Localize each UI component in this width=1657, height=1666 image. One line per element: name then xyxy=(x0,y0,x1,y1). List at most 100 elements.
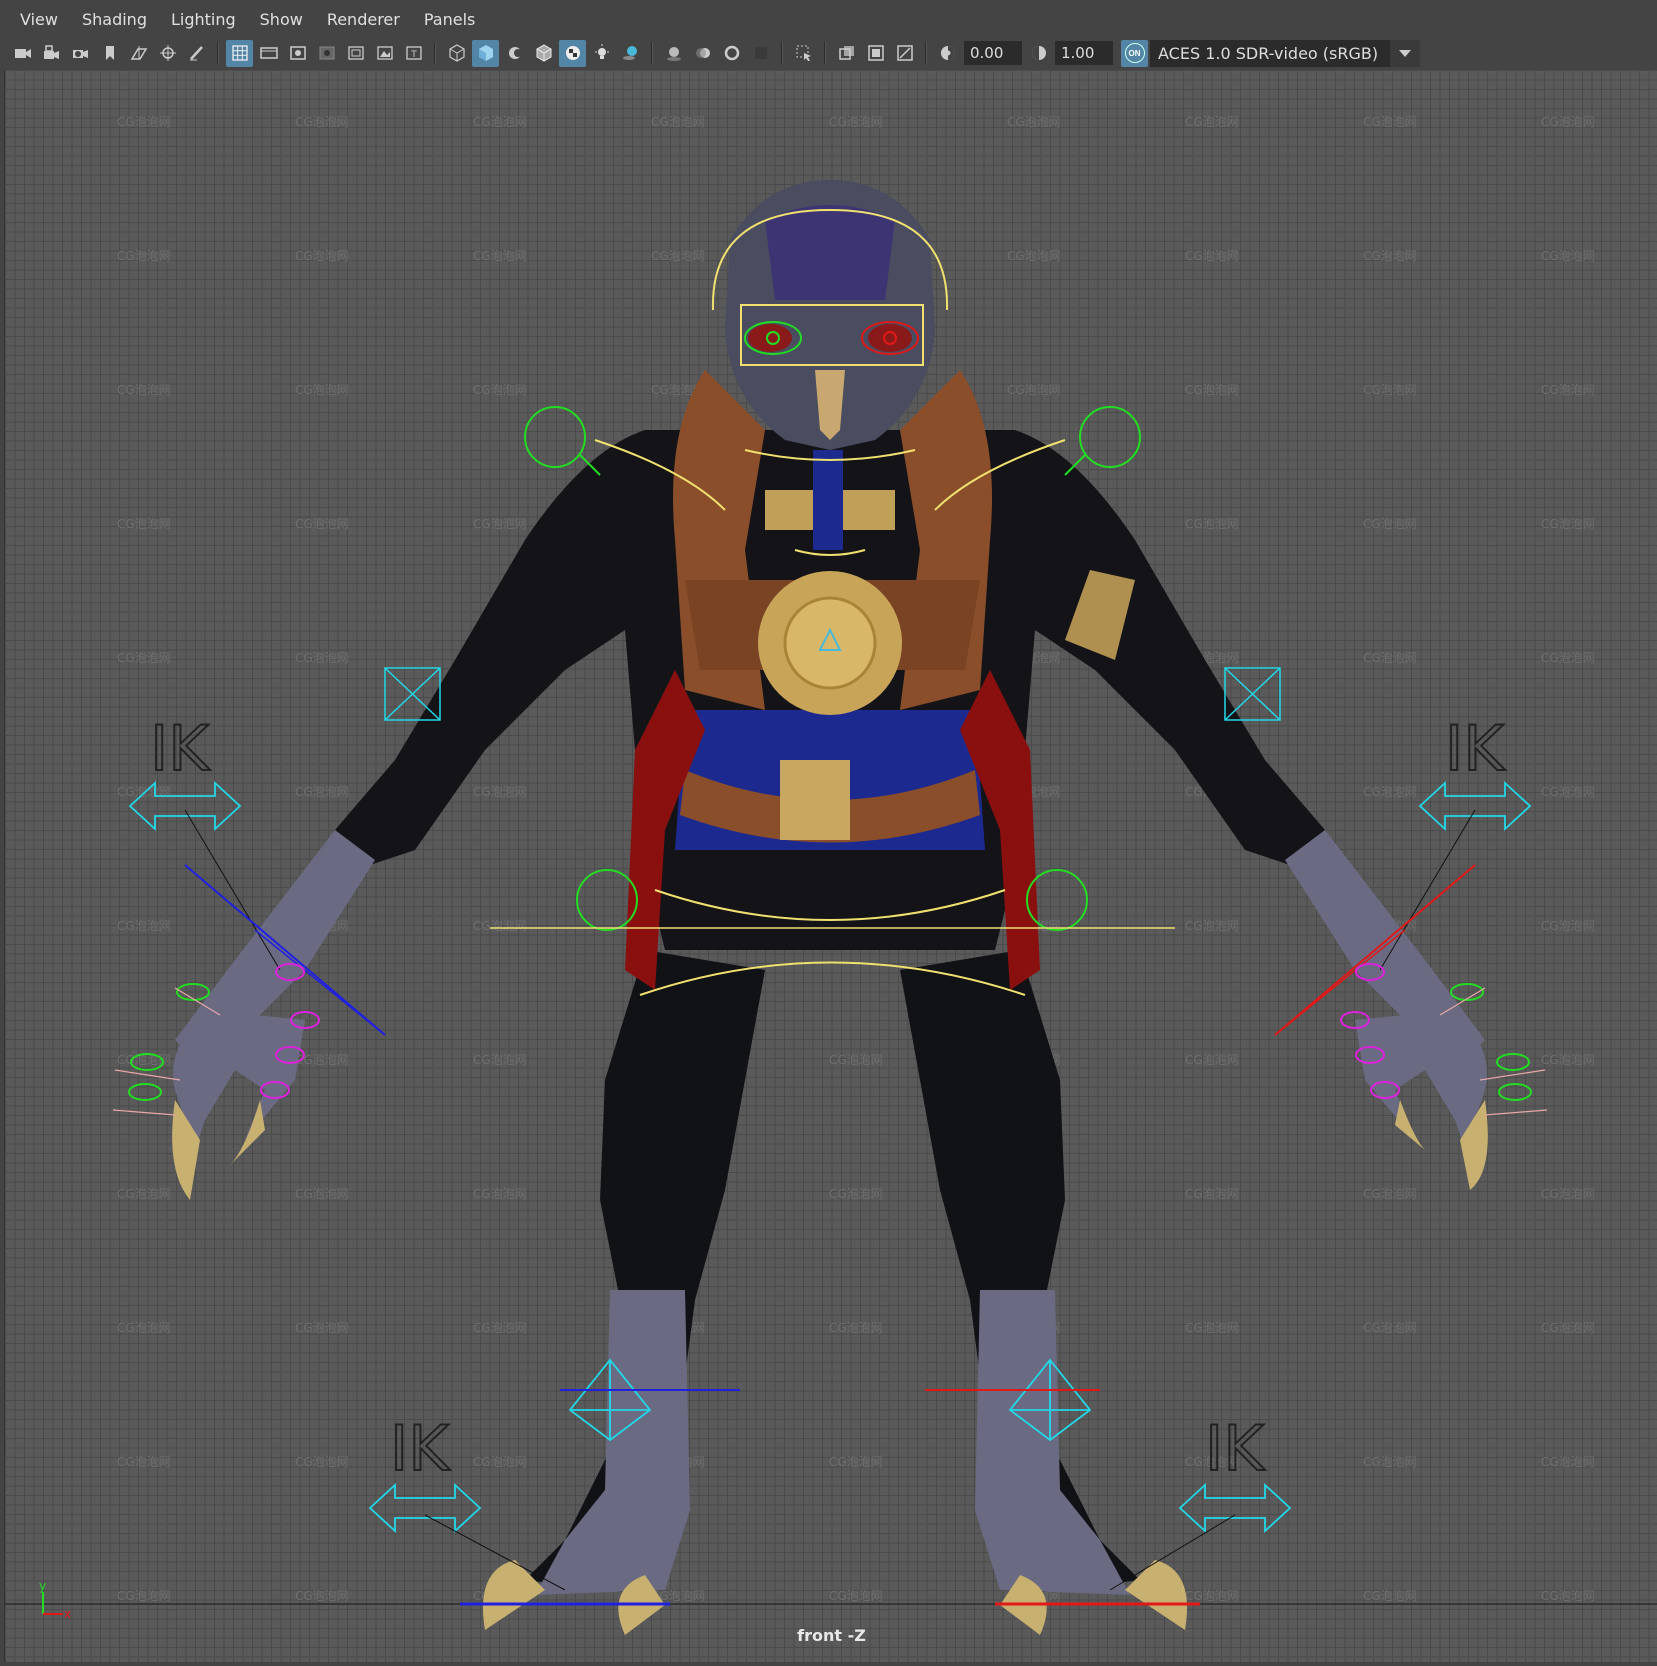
color-space-dropdown[interactable]: ACES 1.0 SDR-video (sRGB) xyxy=(1150,39,1420,67)
depth-of-field-icon[interactable] xyxy=(747,40,774,67)
watermark-text: CG泡泡网 xyxy=(829,115,883,129)
chevron-down-icon[interactable] xyxy=(1390,39,1420,67)
watermark-text: CG泡泡网 xyxy=(295,1321,349,1335)
watermark-text: CG泡泡网 xyxy=(1363,1589,1417,1603)
right-elbow-pole[interactable] xyxy=(1224,667,1281,721)
camera-attributes-icon[interactable] xyxy=(67,40,94,67)
watermark-text: CG泡泡网 xyxy=(1185,1321,1239,1335)
watermark-text: CG泡泡网 xyxy=(473,1053,527,1067)
lights-icon[interactable] xyxy=(588,40,615,67)
viewport-panel[interactable]: CG泡泡网 CG泡泡网 CG泡泡网 CG泡泡网 CG泡泡网 CG泡泡网 CG泡泡网 CG泡泡网… xyxy=(4,70,1657,1662)
watermark-text: CG泡泡网 xyxy=(1541,517,1595,531)
ik-label-left-arm: IK xyxy=(150,712,210,785)
watermark-text: CG泡泡网 xyxy=(295,1589,349,1603)
watermark-text: CG泡泡网 xyxy=(1185,115,1239,129)
watermark-text: CG泡泡网 xyxy=(1007,249,1061,263)
finger-joint-lines xyxy=(112,987,1548,1116)
menu-panels[interactable]: Panels xyxy=(412,0,488,36)
tie xyxy=(813,450,843,550)
watermark-text: CG泡泡网 xyxy=(295,1455,349,1469)
use-default-material-icon[interactable] xyxy=(501,40,528,67)
toolbar-separator xyxy=(824,42,826,64)
watermark-text: CG泡泡网 xyxy=(117,517,171,531)
image-plane-icon[interactable] xyxy=(125,40,152,67)
wireframe-icon[interactable] xyxy=(443,40,470,67)
color-management-toggle[interactable]: ON xyxy=(1121,39,1148,67)
color-management-badge: ON xyxy=(1124,43,1145,63)
2d-pan-zoom-icon[interactable] xyxy=(154,40,181,67)
watermark-text: CG泡泡网 xyxy=(117,1455,171,1469)
toolbar-separator xyxy=(434,42,436,64)
left-hip-ctrl[interactable] xyxy=(576,869,638,931)
grid-icon[interactable] xyxy=(226,39,253,67)
left-shoulder-ctrl[interactable] xyxy=(524,406,586,468)
watermark-text: CG泡泡网 xyxy=(1541,1455,1595,1469)
watermark-text: CG泡泡网 xyxy=(1363,517,1417,531)
watermark-text: CG泡泡网 xyxy=(829,1589,883,1603)
resolution-gate-icon[interactable] xyxy=(284,40,311,67)
gamma-icon[interactable] xyxy=(1025,40,1052,67)
menu-view[interactable]: View xyxy=(8,0,70,36)
watermark-text: CG泡泡网 xyxy=(295,383,349,397)
field-chart-icon[interactable] xyxy=(342,40,369,67)
watermark-text: CG泡泡网 xyxy=(295,651,349,665)
right-leg-ik-switch[interactable] xyxy=(1178,1482,1292,1534)
panel-toolbar: T 0.00 1.00 ON ACES 1.0 SDR-video (sRGB) xyxy=(0,36,1657,70)
isolate-select-icon[interactable] xyxy=(790,40,817,67)
motion-blur-icon[interactable] xyxy=(689,40,716,67)
grease-pencil-icon[interactable] xyxy=(183,40,210,67)
left-elbow-pole[interactable] xyxy=(384,667,441,721)
wireframe-on-shaded-icon[interactable] xyxy=(530,40,557,67)
ik-label-right-leg: IK xyxy=(1205,1412,1265,1485)
right-arm-ik-switch[interactable] xyxy=(1418,780,1532,832)
right-talon xyxy=(1125,1560,1187,1630)
exposure-icon[interactable] xyxy=(934,40,961,67)
watermark-text: CG泡泡网 xyxy=(1007,383,1061,397)
exposure-field[interactable]: 0.00 xyxy=(964,41,1022,65)
right-shoulder-ctrl[interactable] xyxy=(1079,406,1141,468)
menu-lighting[interactable]: Lighting xyxy=(159,0,248,36)
menu-shading[interactable]: Shading xyxy=(70,0,159,36)
menu-renderer[interactable]: Renderer xyxy=(315,0,412,36)
camera-name-label: front -Z xyxy=(797,1626,866,1645)
film-gate-icon[interactable] xyxy=(255,40,282,67)
bookmark-icon[interactable] xyxy=(96,40,123,67)
left-leg-ik-switch[interactable] xyxy=(368,1482,482,1534)
camera-lock-icon[interactable] xyxy=(38,40,65,67)
watermark-text: CG泡泡网 xyxy=(1363,1321,1417,1335)
watermark-text: CG泡泡网 xyxy=(1185,919,1239,933)
watermark-text: CG泡泡网 xyxy=(1185,249,1239,263)
xray-joints-icon[interactable] xyxy=(862,40,889,67)
toolbar-separator xyxy=(925,42,927,64)
left-arm-ik-switch[interactable] xyxy=(128,780,242,832)
watermark-text: CG泡泡网 xyxy=(1185,1053,1239,1067)
safe-title-icon[interactable]: T xyxy=(400,40,427,67)
anti-aliasing-icon[interactable] xyxy=(718,40,745,67)
screen-space-ao-icon[interactable] xyxy=(660,40,687,67)
watermark-text: CG泡泡网 xyxy=(473,1455,527,1469)
shadows-icon[interactable] xyxy=(617,40,644,67)
watermark-text: CG泡泡网 xyxy=(651,115,705,129)
watermark-text: CG泡泡网 xyxy=(473,517,527,531)
safe-action-icon[interactable] xyxy=(371,40,398,67)
xray-icon[interactable] xyxy=(833,40,860,67)
gate-mask-icon[interactable] xyxy=(313,40,340,67)
smooth-shade-icon[interactable] xyxy=(472,39,499,67)
camera-icon[interactable] xyxy=(9,40,36,67)
medallion-inner xyxy=(783,596,877,690)
watermark-text: CG泡泡网 xyxy=(1185,517,1239,531)
watermark-text: CG泡泡网 xyxy=(117,249,171,263)
watermark-text: CG泡泡网 xyxy=(473,249,527,263)
gamma-field[interactable]: 1.00 xyxy=(1055,41,1113,65)
menu-show[interactable]: Show xyxy=(248,0,315,36)
watermark-text: CG泡泡网 xyxy=(295,517,349,531)
watermark-text: CG泡泡网 xyxy=(1541,1187,1595,1201)
ik-label-left-leg: IK xyxy=(390,1412,450,1485)
textured-icon[interactable] xyxy=(559,39,586,67)
watermark-text: CG泡泡网 xyxy=(117,1187,171,1201)
left-claw-2 xyxy=(230,1100,265,1165)
character-mesh[interactable] xyxy=(172,180,1488,1635)
watermark-text: CG泡泡网 xyxy=(1541,1321,1595,1335)
watermark-text: CG泡泡网 xyxy=(829,1187,883,1201)
xray-components-icon[interactable] xyxy=(891,40,918,67)
